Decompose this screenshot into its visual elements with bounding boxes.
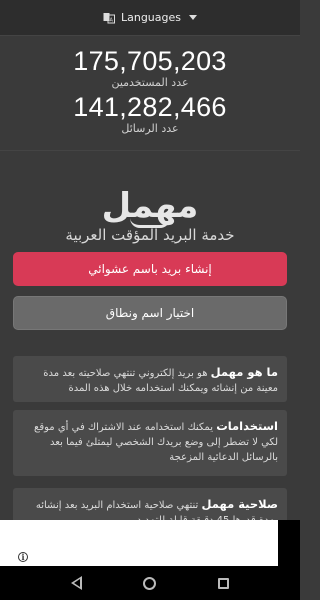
tagline: خدمة البريد المؤقت العربية [65, 226, 235, 244]
language-label: Languages [120, 11, 182, 24]
info-card-uses: استخدامات يمكنك استخدامه عند الاشتراك في… [13, 410, 287, 476]
users-count: 175,705,203 [73, 46, 227, 76]
translate-icon: A [103, 12, 115, 24]
card-title: ما هو مهمل [210, 365, 278, 379]
ad-edge [278, 520, 300, 566]
language-selector[interactable]: A Languages [0, 0, 300, 36]
divider [0, 150, 300, 151]
ad-banner[interactable]: i [0, 520, 300, 566]
system-nav-bar [0, 566, 300, 600]
back-icon[interactable] [70, 576, 82, 590]
home-icon[interactable] [143, 576, 157, 590]
messages-label: عدد الرسائل [121, 122, 179, 135]
logo-text: مهمل [101, 186, 199, 226]
create-random-email-button[interactable]: إنشاء بريد باسم عشوائي [13, 252, 287, 286]
card-title: صلاحية مهمل [201, 497, 279, 511]
card-title: استخدامات [216, 419, 278, 433]
info-card-what-is: ما هو مهمل هو بريد إلكتروني تنتهي صلاحيت… [13, 356, 287, 402]
stats-panel: 175,705,203 عدد المستخدمين 141,282,466 ع… [0, 46, 300, 138]
messages-count: 141,282,466 [73, 92, 227, 122]
choose-name-domain-button[interactable]: اختيار اسم ونطاق [13, 296, 287, 330]
chevron-down-icon [189, 15, 198, 20]
users-label: عدد المستخدمين [111, 76, 189, 89]
brand-logo: مهمل [0, 186, 300, 228]
svg-text:A: A [109, 17, 113, 23]
ad-info-icon[interactable]: i [18, 552, 28, 562]
recent-apps-icon[interactable] [218, 577, 230, 589]
